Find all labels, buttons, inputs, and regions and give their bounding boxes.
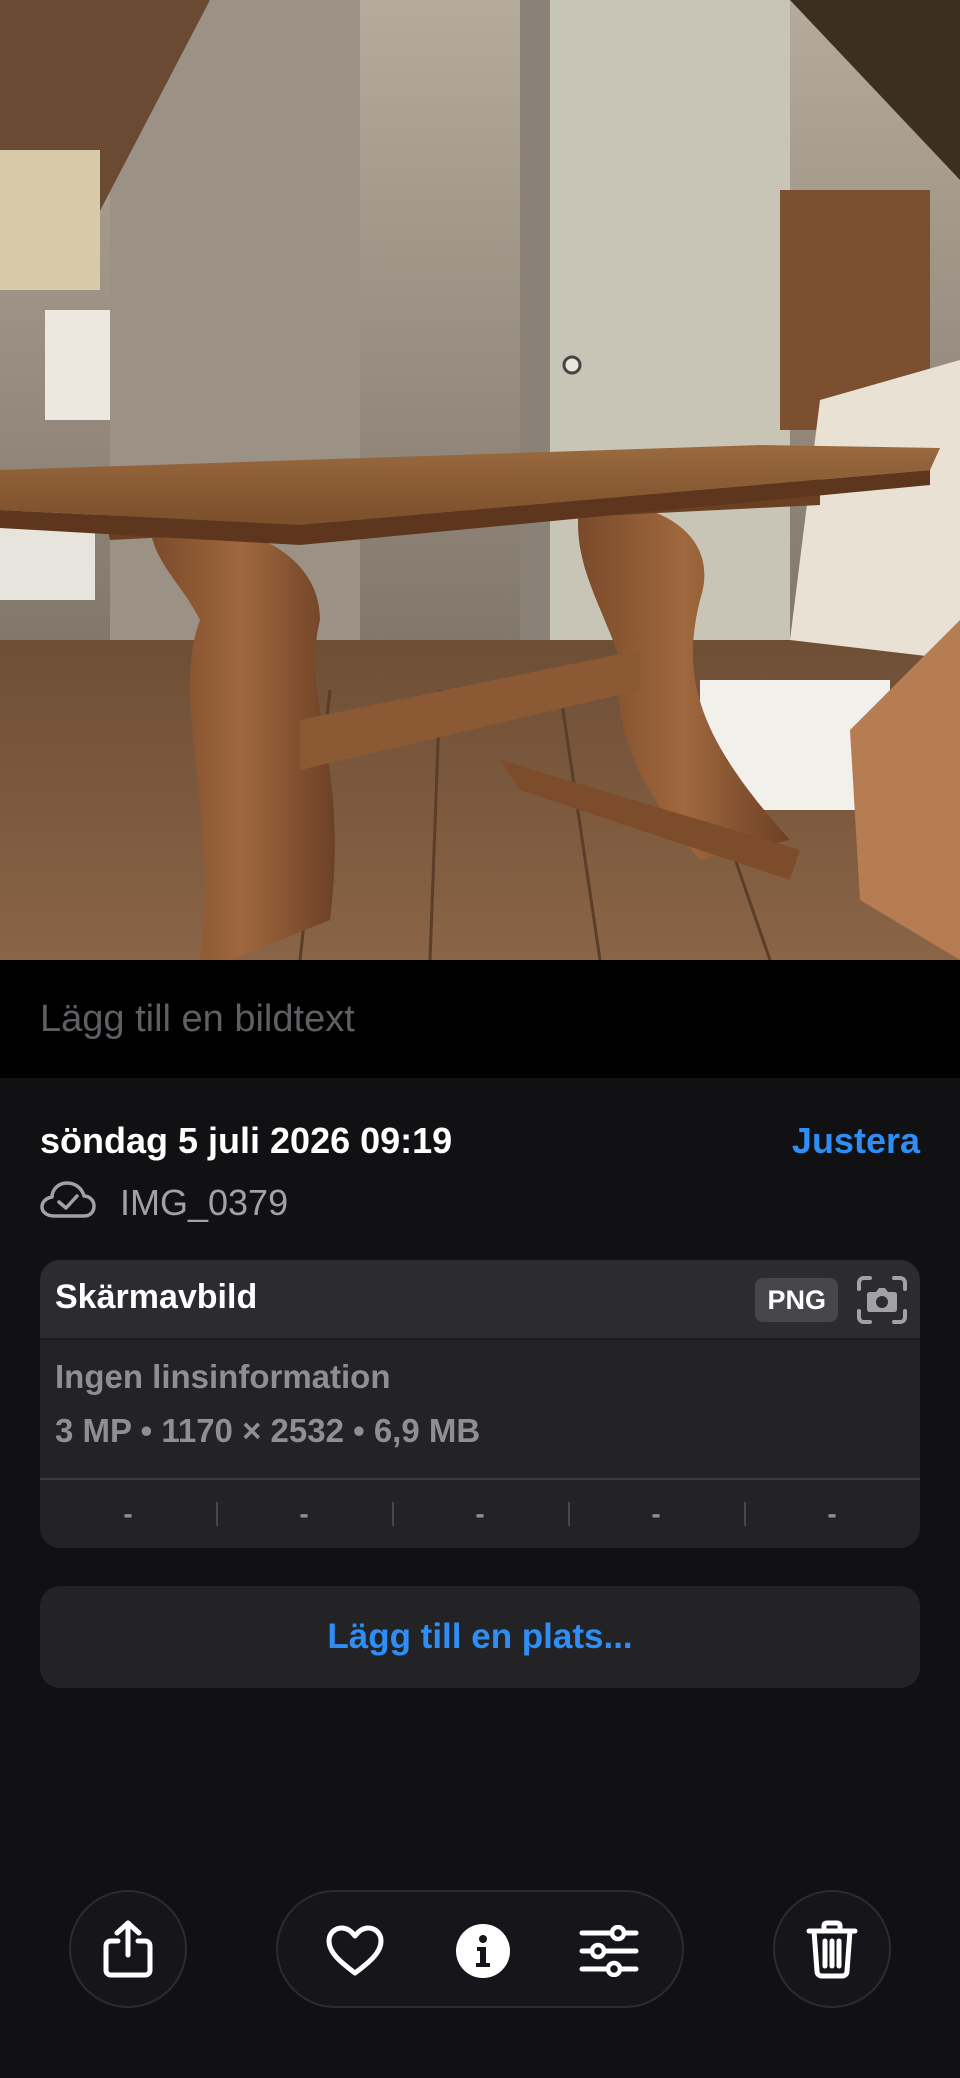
date-time-label: söndag 5 juli 2026 09:19: [40, 1120, 453, 1161]
favorite-button[interactable]: [310, 1906, 400, 1996]
metadata-card: Skärmavbild PNG Ingen linsinformation 3 …: [40, 1260, 920, 1548]
exif-aperture: -: [568, 1480, 744, 1548]
adjust-sliders-icon: [578, 1925, 640, 1977]
exif-shutter: -: [744, 1480, 920, 1548]
camera-screenshot-icon: [856, 1275, 908, 1325]
exif-iso: -: [123, 1498, 133, 1529]
lens-info: Ingen linsinformation: [55, 1358, 391, 1395]
trash-icon: [806, 1919, 858, 1979]
metadata-title: Skärmavbild: [55, 1278, 258, 1316]
image-specs: 3 MP • 1170 × 2532 • 6,9 MB: [55, 1412, 481, 1449]
file-name: IMG_0379: [120, 1182, 289, 1223]
format-badge: PNG: [755, 1278, 838, 1322]
exif-row: - - - - -: [40, 1478, 920, 1548]
add-location-button[interactable]: Lägg till en plats...: [40, 1586, 920, 1688]
edit-button[interactable]: [564, 1906, 654, 1996]
photo-preview[interactable]: [0, 0, 960, 960]
heart-icon: [325, 1924, 385, 1978]
date-row: söndag 5 juli 2026 09:19 Justera: [40, 1120, 920, 1166]
caption-bar: [0, 960, 960, 1078]
caption-input[interactable]: [40, 996, 920, 1042]
photo-image: [0, 0, 960, 960]
adjust-date-button[interactable]: Justera: [792, 1120, 920, 1162]
metadata-card-header: Skärmavbild PNG: [40, 1260, 920, 1340]
share-button[interactable]: [69, 1890, 187, 2008]
share-icon: [102, 1919, 154, 1979]
info-button[interactable]: [438, 1906, 528, 1996]
exif-focal-length: -: [216, 1480, 392, 1548]
info-icon: [455, 1923, 511, 1979]
exif-exposure: -: [392, 1480, 568, 1548]
cloud-check-icon: [40, 1180, 96, 1220]
delete-button[interactable]: [773, 1890, 891, 2008]
bottom-toolbar: [0, 1890, 960, 2010]
action-pill: [276, 1890, 684, 2008]
